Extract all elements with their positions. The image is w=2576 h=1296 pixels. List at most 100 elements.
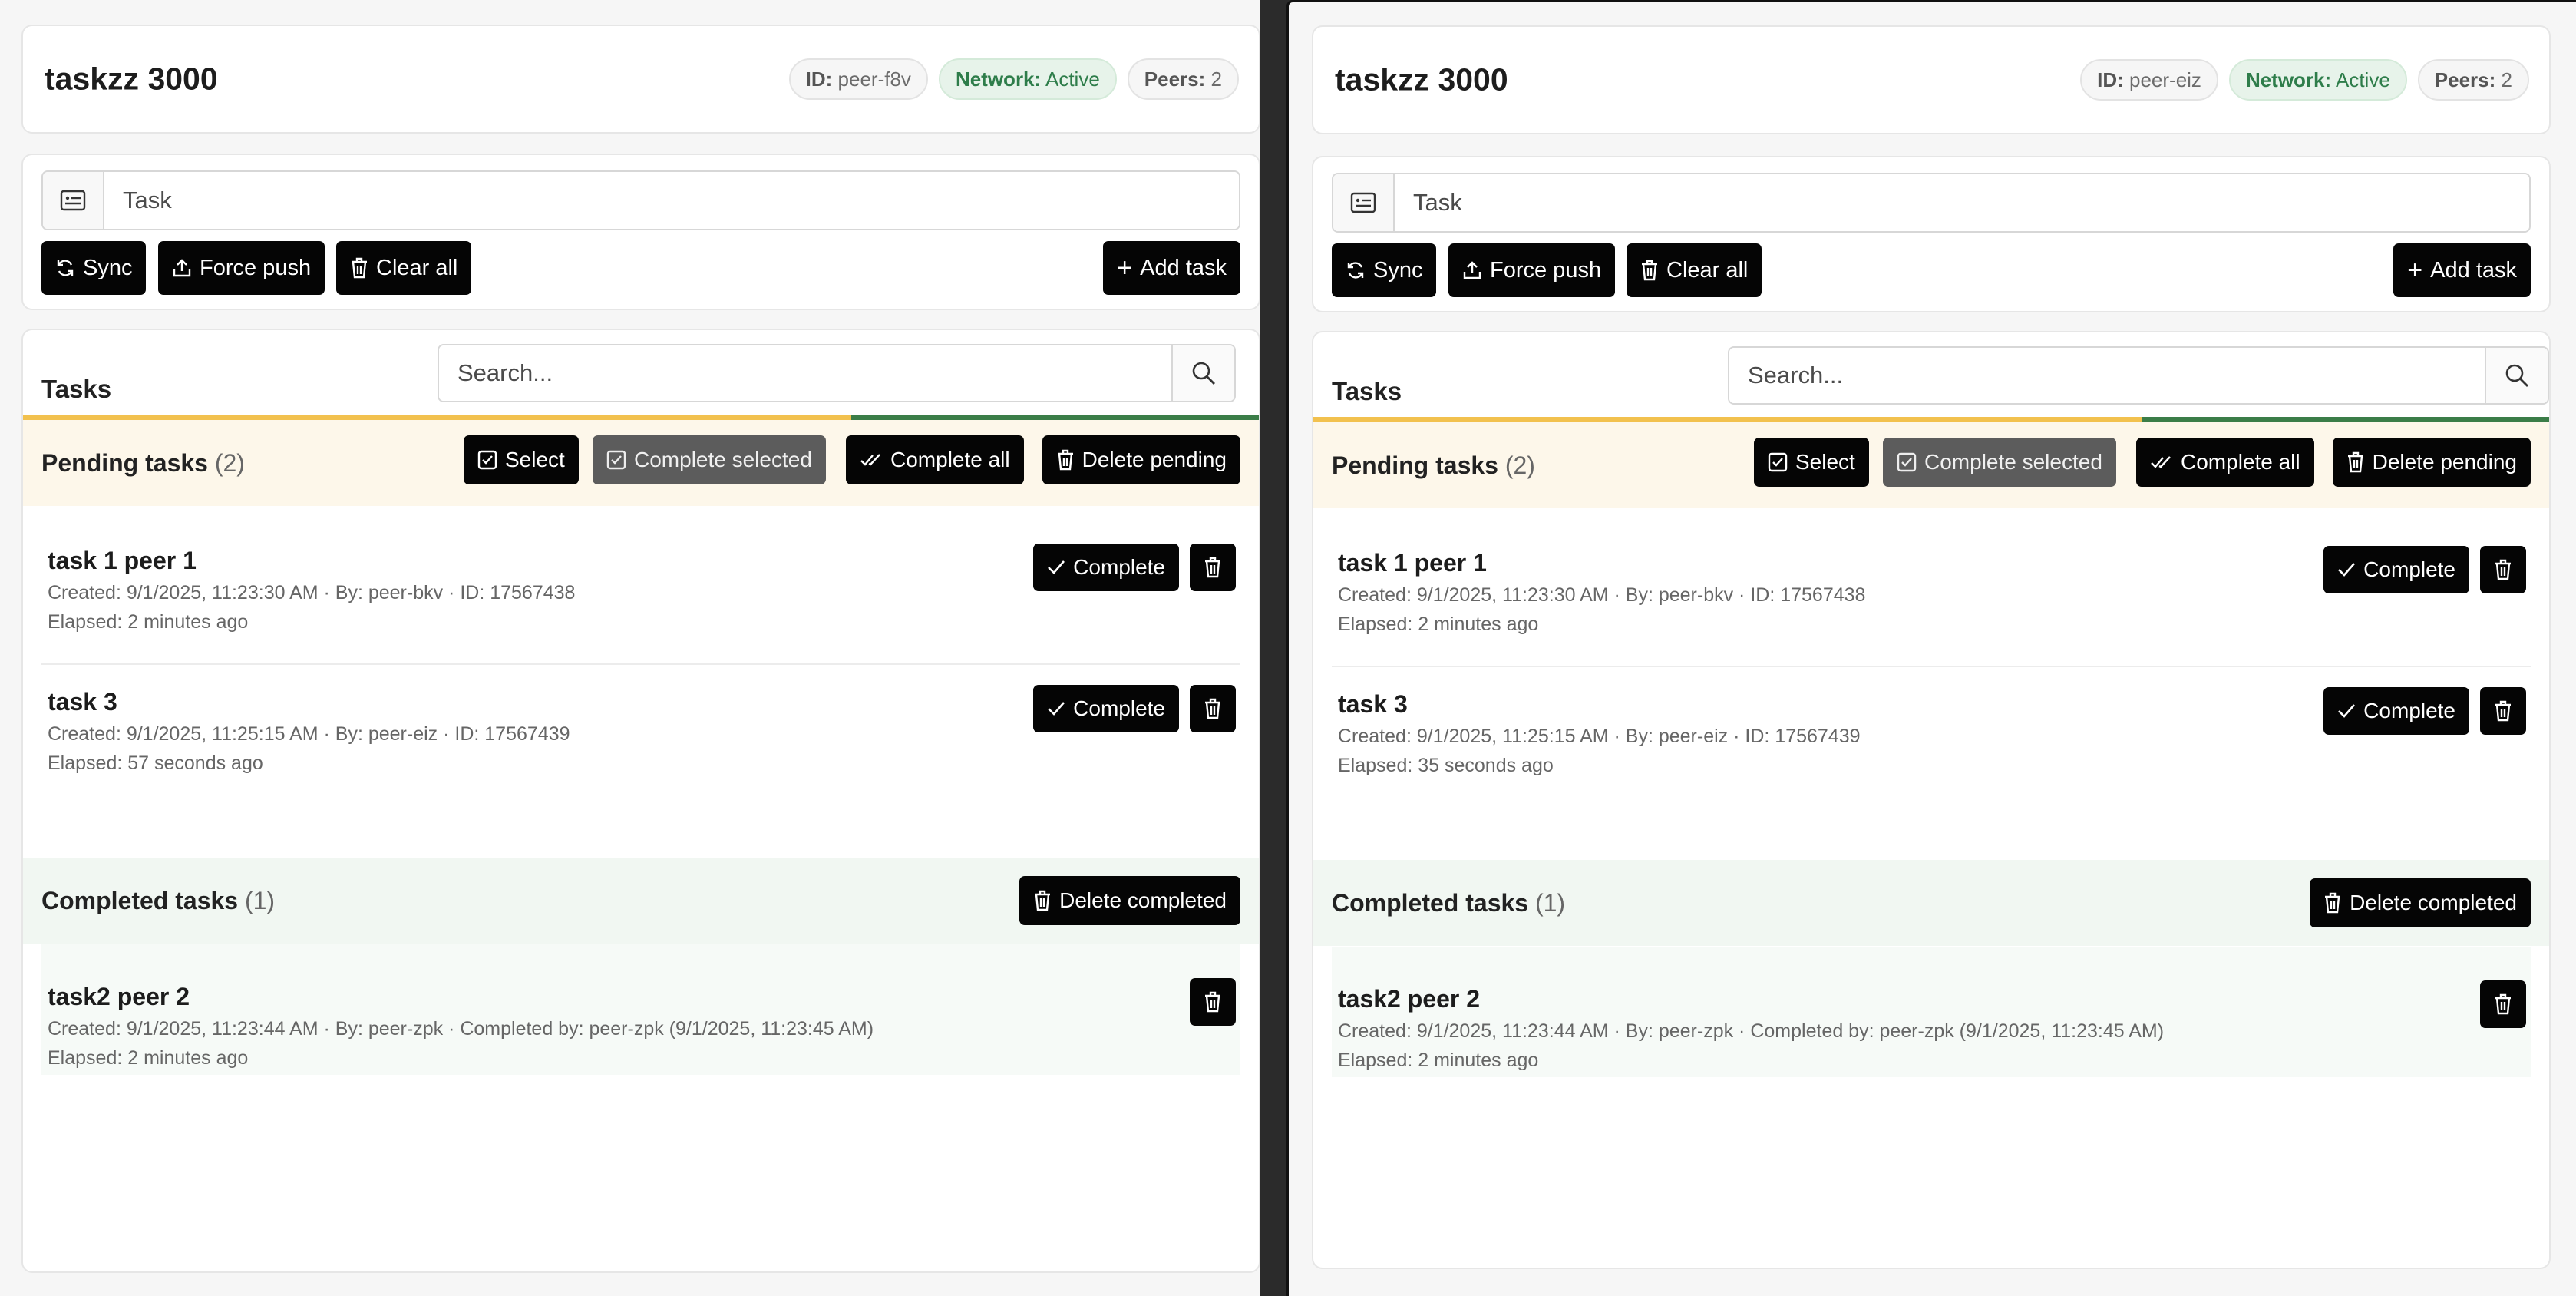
- task-elapsed: Elapsed: 2 minutes ago: [48, 1047, 249, 1069]
- completed-title: Completed tasks: [1332, 888, 1529, 917]
- check-icon: [2338, 563, 2356, 577]
- tasks-panel: Tasks Pending tasks (2) Select Complete …: [21, 329, 1260, 1273]
- task-input[interactable]: [104, 172, 1239, 229]
- trash-icon: [1205, 698, 1220, 719]
- search-input[interactable]: [1729, 348, 2485, 403]
- app-header: taskzz 3000 ID: peer-f8v Network: Active…: [21, 25, 1260, 134]
- task-progress-bar: [1313, 417, 2549, 422]
- pending-progress: [23, 415, 851, 420]
- complete-selected-button[interactable]: Complete selected: [1883, 438, 2116, 487]
- complete-task-button[interactable]: Complete: [1033, 544, 1179, 591]
- delete-pending-button[interactable]: Delete pending: [1042, 435, 1240, 484]
- trash-icon: [2495, 559, 2511, 580]
- delete-completed-button[interactable]: Delete completed: [2310, 878, 2531, 927]
- trash-icon: [1205, 557, 1220, 578]
- trash-icon: [1205, 991, 1220, 1013]
- sync-icon: [57, 260, 74, 276]
- delete-task-button[interactable]: [1190, 544, 1236, 591]
- upload-icon: [173, 259, 191, 277]
- force-push-button[interactable]: Force push: [1448, 243, 1616, 297]
- app-title: taskzz 3000: [45, 61, 218, 97]
- tasks-heading: Tasks: [1332, 377, 1402, 405]
- search-icon: [1192, 362, 1215, 385]
- search-group: [1728, 346, 2549, 405]
- completed-section-header: Completed tasks (1) Delete completed: [23, 858, 1259, 944]
- trash-icon: [2495, 993, 2511, 1015]
- task-meta: Created: 9/1/2025, 11:25:15 AM · By: pee…: [1338, 726, 1861, 747]
- peer-window-right: taskzz 3000 ID: peer-eiz Network: Active…: [1286, 0, 2576, 1296]
- double-check-icon: [860, 454, 880, 466]
- pending-task-item: task 3 Created: 9/1/2025, 11:25:15 AM · …: [41, 685, 1240, 780]
- pending-progress: [1313, 417, 2142, 422]
- completed-section-header: Completed tasks (1) Delete completed: [1313, 860, 2549, 946]
- sync-button[interactable]: Sync: [1332, 243, 1437, 297]
- clear-all-button[interactable]: Clear all: [336, 241, 472, 295]
- checkbox-icon: [1768, 452, 1788, 472]
- task-meta: Created: 9/1/2025, 11:23:44 AM · By: pee…: [1338, 1020, 2165, 1042]
- complete-task-button[interactable]: Complete: [2323, 546, 2469, 593]
- search-input[interactable]: [439, 345, 1171, 401]
- delete-task-button[interactable]: [1190, 685, 1236, 732]
- check-icon: [1048, 702, 1065, 716]
- task-input-group: [41, 170, 1240, 230]
- delete-task-button[interactable]: [1190, 978, 1236, 1026]
- search-group: [438, 344, 1236, 402]
- trash-icon: [2325, 892, 2341, 914]
- complete-all-button[interactable]: Complete all: [846, 435, 1024, 484]
- network-status-badge: Network: Active: [938, 58, 1117, 100]
- clear-all-button[interactable]: Clear all: [1627, 243, 1762, 297]
- task-elapsed: Elapsed: 2 minutes ago: [1338, 1050, 1539, 1071]
- checkbox-icon: [1897, 452, 1917, 472]
- task-name: task 1 peer 1: [1338, 549, 1487, 577]
- task-elapsed: Elapsed: 2 minutes ago: [48, 611, 249, 633]
- peer-id-badge: ID: peer-f8v: [788, 58, 928, 100]
- task-meta: Created: 9/1/2025, 11:23:30 AM · By: pee…: [1338, 584, 1866, 606]
- task-divider: [41, 663, 1240, 665]
- pending-count: (2): [1504, 451, 1535, 479]
- app-title: taskzz 3000: [1335, 61, 1508, 98]
- pending-task-item: task 1 peer 1 Created: 9/1/2025, 11:23:3…: [1332, 546, 2531, 641]
- delete-task-button[interactable]: [2480, 687, 2526, 735]
- task-name: task2 peer 2: [1338, 985, 1481, 1013]
- network-status-badge: Network: Active: [2228, 59, 2407, 101]
- task-input-group: [1332, 173, 2531, 233]
- pending-title: Pending tasks: [41, 448, 208, 477]
- tasks-panel: Tasks Pending tasks (2) Select Complete …: [1312, 331, 2551, 1269]
- select-button[interactable]: Select: [1754, 438, 1869, 487]
- force-push-button[interactable]: Force push: [158, 241, 325, 295]
- completed-task-item: task2 peer 2 Created: 9/1/2025, 11:23:44…: [1332, 947, 2531, 1077]
- trash-icon: [1057, 449, 1073, 471]
- search-button[interactable]: [1171, 345, 1234, 401]
- task-input[interactable]: [1395, 174, 2529, 231]
- delete-task-button[interactable]: [2480, 980, 2526, 1028]
- complete-all-button[interactable]: Complete all: [2136, 438, 2314, 487]
- app-header: taskzz 3000 ID: peer-eiz Network: Active…: [1312, 25, 2551, 134]
- plus-icon: +: [1117, 253, 1133, 283]
- delete-task-button[interactable]: [2480, 546, 2526, 593]
- add-task-button[interactable]: + Add task: [2393, 243, 2531, 297]
- trash-icon: [1642, 260, 1657, 281]
- task-card-icon: [43, 172, 104, 229]
- select-button[interactable]: Select: [464, 435, 579, 484]
- search-button[interactable]: [2485, 348, 2548, 403]
- completed-count: (1): [1534, 888, 1566, 917]
- task-progress-bar: [23, 415, 1259, 420]
- complete-task-button[interactable]: Complete: [2323, 687, 2469, 735]
- task-meta: Created: 9/1/2025, 11:25:15 AM · By: pee…: [48, 723, 570, 745]
- completed-progress: [850, 415, 1259, 420]
- upload-icon: [1463, 261, 1481, 279]
- pending-count: (2): [214, 448, 245, 477]
- add-task-button[interactable]: + Add task: [1103, 241, 1240, 295]
- delete-pending-button[interactable]: Delete pending: [2332, 438, 2531, 487]
- pending-section-header: Pending tasks (2) Select Complete select…: [1313, 422, 2549, 508]
- checkbox-icon: [477, 450, 497, 470]
- delete-completed-button[interactable]: Delete completed: [1019, 876, 1240, 925]
- task-name: task 3: [48, 688, 117, 716]
- pending-section-header: Pending tasks (2) Select Complete select…: [23, 420, 1259, 506]
- complete-task-button[interactable]: Complete: [1033, 685, 1179, 732]
- peers-count-badge: Peers: 2: [1127, 58, 1239, 100]
- sync-button[interactable]: Sync: [41, 241, 147, 295]
- task-elapsed: Elapsed: 57 seconds ago: [48, 752, 263, 774]
- complete-selected-button[interactable]: Complete selected: [593, 435, 826, 484]
- task-entry-panel: Sync Force push Clear all + Add task: [1312, 156, 2551, 312]
